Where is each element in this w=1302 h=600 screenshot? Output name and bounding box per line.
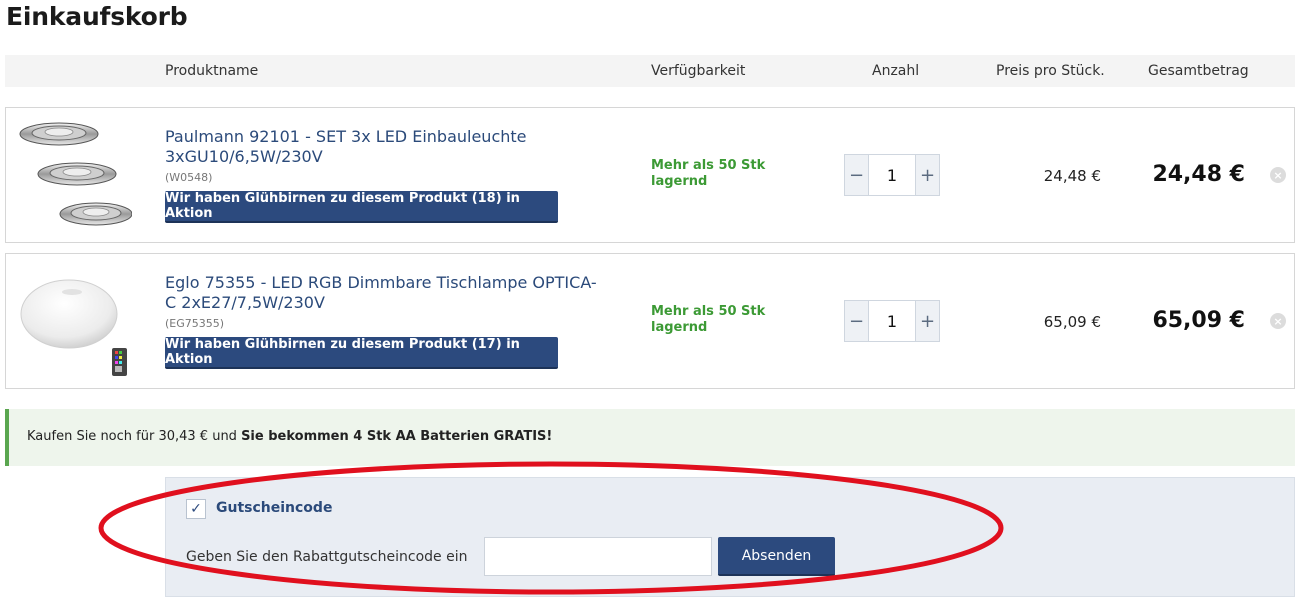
- promo-bulbs-button[interactable]: Wir haben Glühbirnen zu diesem Produkt (…: [165, 191, 558, 223]
- line-total: 24,48 €: [1152, 162, 1245, 187]
- voucher-field-label: Geben Sie den Rabattgutscheincode ein: [186, 549, 468, 565]
- product-name-link[interactable]: Eglo 75355 - LED RGB Dimmbare Tischlampe…: [165, 273, 605, 313]
- voucher-code-input[interactable]: [484, 537, 712, 576]
- product-sku: (W0548): [165, 171, 213, 184]
- header-quantity: Anzahl: [872, 63, 920, 79]
- voucher-checkbox-label[interactable]: Gutscheincode: [216, 500, 332, 516]
- remove-item-icon[interactable]: ×: [1270, 167, 1286, 183]
- header-unit-price: Preis pro Stück.: [996, 63, 1105, 79]
- quantity-decrease-button[interactable]: −: [845, 301, 869, 341]
- product-name-link[interactable]: Paulmann 92101 - SET 3x LED Einbauleucht…: [165, 127, 605, 167]
- unit-price: 65,09 €: [1043, 313, 1101, 331]
- line-total: 65,09 €: [1152, 308, 1245, 333]
- quantity-stepper: − 1 +: [844, 154, 940, 196]
- quantity-input[interactable]: 1: [870, 301, 914, 341]
- availability-status: Mehr als 50 Stk lagernd: [651, 304, 766, 335]
- header-total: Gesamtbetrag: [1148, 63, 1249, 79]
- quantity-increase-button[interactable]: +: [915, 155, 939, 195]
- product-image-recessed-spotlights[interactable]: [14, 116, 132, 234]
- notice-highlight: Sie bekommen 4 Stk AA Batterien GRATIS!: [241, 429, 553, 444]
- cart-table-header: Produktname Verfügbarkeit Anzahl Preis p…: [5, 55, 1295, 87]
- free-gift-notice: Kaufen Sie noch für 30,43 € und Sie beko…: [5, 409, 1295, 466]
- header-product-name: Produktname: [165, 63, 259, 79]
- cart-item-row: Paulmann 92101 - SET 3x LED Einbauleucht…: [5, 107, 1295, 243]
- voucher-submit-button[interactable]: Absenden: [718, 537, 835, 576]
- voucher-panel: ✓ Gutscheincode Geben Sie den Rabattguts…: [165, 477, 1295, 597]
- promo-bulbs-button[interactable]: Wir haben Glühbirnen zu diesem Produkt (…: [165, 337, 558, 369]
- notice-prefix: Kaufen Sie noch für 30,43 € und: [27, 429, 242, 444]
- product-sku: (EG75355): [165, 317, 225, 330]
- header-availability: Verfügbarkeit: [651, 63, 746, 79]
- free-gift-notice-text: Kaufen Sie noch für 30,43 € und Sie beko…: [27, 429, 552, 444]
- quantity-stepper: − 1 +: [844, 300, 940, 342]
- page-title: Einkaufskorb: [6, 2, 188, 31]
- quantity-input[interactable]: 1: [870, 155, 914, 195]
- availability-status: Mehr als 50 Stk lagernd: [651, 158, 766, 189]
- remove-item-icon[interactable]: ×: [1270, 313, 1286, 329]
- quantity-increase-button[interactable]: +: [915, 301, 939, 341]
- unit-price: 24,48 €: [1043, 167, 1101, 185]
- voucher-checkbox[interactable]: ✓: [186, 499, 206, 519]
- quantity-decrease-button[interactable]: −: [845, 155, 869, 195]
- cart-item-row: Eglo 75355 - LED RGB Dimmbare Tischlampe…: [5, 253, 1295, 389]
- check-icon: ✓: [190, 501, 202, 517]
- product-image-table-lamp[interactable]: [14, 262, 132, 380]
